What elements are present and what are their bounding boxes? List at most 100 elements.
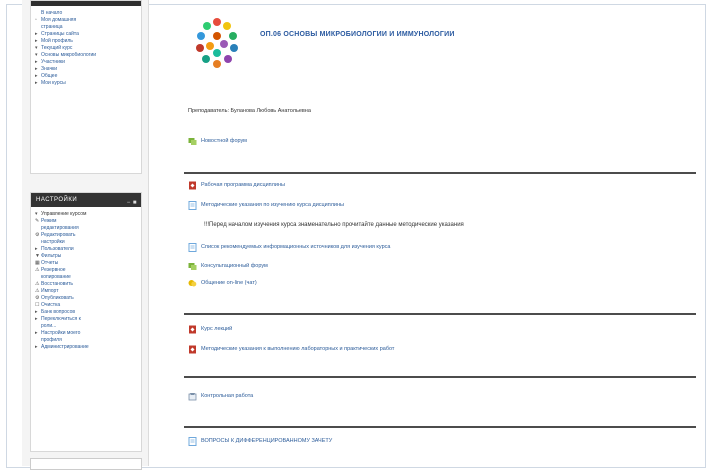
search-input[interactable] [30, 458, 142, 470]
settings-block-title: НАСТРОЙКИ [36, 197, 78, 203]
news-forum-link[interactable]: Новостной форум [188, 136, 247, 146]
nav-item[interactable]: ▫ Моя домашняя [35, 17, 137, 24]
nav-item-label: В начало [41, 10, 63, 16]
nav-item-label: Участники [41, 59, 65, 65]
settings-item[interactable]: ⚠ Резервное [35, 267, 137, 274]
settings-item[interactable]: копирование [35, 274, 137, 281]
settings-item[interactable]: роли... [35, 323, 137, 330]
nav-item[interactable]: ▸ Участники [35, 59, 137, 66]
nav-item[interactable]: ▸ Страницы сайта [35, 31, 137, 38]
settings-item-label: Управление курсом [41, 211, 87, 217]
questions-label: ВОПРОСЫ К ДИФФЕРЕНЦИРОВАННОМУ ЗАЧЕТУ [201, 438, 333, 444]
nav-item[interactable]: страница [35, 24, 137, 31]
course-logo-icon [196, 18, 238, 68]
reading-notice: !!!Перед началом изучения курса знаменат… [204, 222, 464, 228]
course-content: ОП.06 ОСНОВЫ МИКРОБИОЛОГИИ И ИММУНОЛОГИИ… [170, 0, 698, 466]
pdf-icon [188, 181, 197, 190]
nav-item-label: Текущий курс [41, 45, 73, 51]
settings-item-label: Редактировать [41, 232, 76, 238]
lab-guide-label: Методические указания к выполнению лабор… [201, 346, 395, 352]
control-work-label: Контрольная работа [201, 393, 254, 399]
navigation-tree: В начало ▫ Моя домашняя страница ▸ Страницы с… [31, 6, 141, 91]
settings-item[interactable]: ▼Фильтры [35, 253, 137, 260]
control-work-link[interactable]: Контрольная работа [188, 391, 253, 401]
nav-item-label: Мой профиль [41, 38, 73, 44]
settings-item[interactable]: ▸ Переключиться к [35, 316, 137, 323]
settings-item[interactable]: ▦Отчеты [35, 260, 137, 267]
lectures-label: Курс лекций [201, 326, 233, 332]
pdf-icon [188, 325, 197, 334]
news-forum-label: Новостной форум [201, 138, 247, 144]
settings-item-label: настройки [41, 239, 65, 245]
settings-item[interactable]: редактирования [35, 225, 137, 232]
document-icon [188, 242, 197, 252]
chat-link[interactable]: Общение on-line (чат) [188, 278, 257, 288]
literature-label: Список рекомендуемых информационных исто… [201, 244, 391, 250]
nav-item[interactable]: ▾ Текущий курс [35, 45, 137, 52]
assignment-icon [188, 392, 197, 401]
section-divider [184, 376, 696, 378]
nav-item[interactable]: ▸ Общее [35, 73, 137, 80]
settings-item-label: Пользователи [41, 246, 74, 252]
settings-tree: ▾ Управление курсом ✎ Режим редактирования ⚙ Р… [31, 207, 141, 355]
settings-item-label: Режим [41, 218, 57, 224]
program-link[interactable]: Рабочая программа дисциплины [188, 180, 285, 190]
settings-item[interactable]: ▾ Управление курсом [35, 211, 137, 218]
settings-item[interactable]: настройки [35, 239, 137, 246]
nav-item-label: Моя домашняя [41, 17, 77, 23]
settings-item-label: роли... [41, 323, 57, 329]
lab-guide-link[interactable]: Методические указания к выполнению лабор… [188, 344, 394, 354]
settings-item[interactable]: ⚙ Редактировать [35, 232, 137, 239]
settings-item[interactable]: ✎ Режим [35, 218, 137, 225]
settings-item-label: Импорт [41, 288, 59, 294]
nav-item-label: Мои курсы [41, 80, 66, 86]
settings-item[interactable]: ▸ Пользователи [35, 246, 137, 253]
navigation-block: В начало ▫ Моя домашняя страница ▸ Страницы с… [30, 0, 142, 174]
document-icon [188, 436, 197, 446]
settings-item[interactable]: ▸ Настройки моего [35, 330, 137, 337]
settings-item[interactable]: ☐ Очистка [35, 302, 137, 309]
lectures-link[interactable]: Курс лекций [188, 324, 232, 334]
section-divider [184, 313, 696, 315]
section-divider [184, 426, 696, 428]
settings-item-label: Фильтры [41, 253, 62, 259]
chat-label: Общение on-line (чат) [201, 280, 257, 286]
questions-link[interactable]: ВОПРОСЫ К ДИФФЕРЕНЦИРОВАННОМУ ЗАЧЕТУ [188, 436, 332, 446]
settings-item-label: Очистка [41, 302, 61, 308]
settings-block: НАСТРОЙКИ − ■ ▾ Управление курсом ✎ Режим ре… [30, 192, 142, 452]
literature-link[interactable]: Список рекомендуемых информационных исто… [188, 242, 390, 252]
settings-item-label: профиля [41, 337, 62, 343]
settings-item-label: Администрирование [41, 344, 89, 350]
settings-item[interactable]: ⚠ Восстановить [35, 281, 137, 288]
settings-item-label: Опубликовать [41, 295, 74, 301]
settings-block-header: НАСТРОЙКИ − ■ [31, 193, 141, 207]
program-label: Рабочая программа дисциплины [201, 182, 285, 188]
section-divider [184, 172, 696, 174]
settings-item-label: Резервное [41, 267, 66, 273]
settings-item-label: Восстановить [41, 281, 74, 287]
settings-item[interactable]: профиля [35, 337, 137, 344]
course-title: ОП.06 ОСНОВЫ МИКРОБИОЛОГИИ И ИММУНОЛОГИИ [260, 31, 455, 38]
pdf-icon [188, 345, 197, 354]
settings-item-label: Настройки моего [41, 330, 81, 336]
consult-forum-link[interactable]: Консультационный форум [188, 261, 268, 271]
nav-item-label: Общее [41, 73, 58, 79]
settings-item[interactable]: ▸ Администрирование [35, 344, 137, 351]
nav-item[interactable]: ▸ Значки [35, 66, 137, 73]
settings-item[interactable]: ⚠ Импорт [35, 288, 137, 295]
settings-item[interactable]: ▸ Банк вопросов [35, 309, 137, 316]
settings-item-label: Банк вопросов [41, 309, 76, 315]
nav-item-label: Основы микробиологии [41, 52, 97, 58]
forum-icon [188, 262, 197, 271]
nav-item[interactable]: ▸ Мои курсы [35, 80, 137, 87]
nav-item[interactable]: ▸ Мой профиль [35, 38, 137, 45]
settings-item[interactable]: ⚙ Опубликовать [35, 295, 137, 302]
nav-item[interactable]: В начало [35, 10, 137, 17]
settings-item-label: редактирования [41, 225, 79, 231]
teacher-name: Преподаватель: Буланова Любовь Анатольев… [188, 108, 311, 114]
block-controls-icon[interactable]: − ■ [127, 196, 137, 210]
methodical-label: Методические указания по изучению курса … [201, 202, 344, 208]
forum-icon [188, 137, 197, 146]
nav-item[interactable]: ▾ Основы микробиологии [35, 52, 137, 59]
methodical-link[interactable]: Методические указания по изучению курса … [188, 200, 344, 210]
